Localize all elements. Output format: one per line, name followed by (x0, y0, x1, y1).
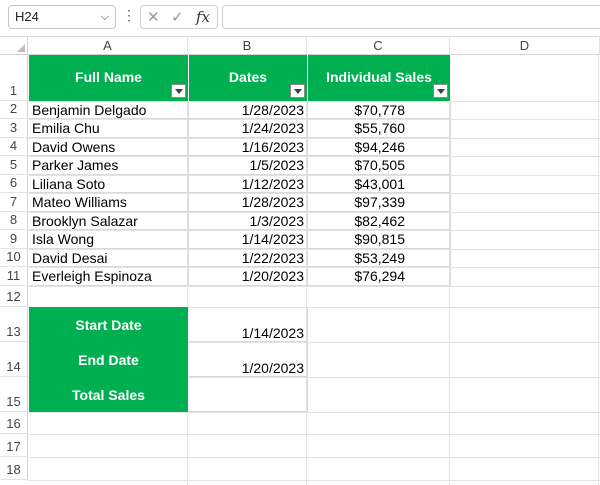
row-header-9[interactable]: 9 (0, 230, 28, 249)
cell-date[interactable]: 1/24/2023 (189, 119, 308, 138)
table-header-dates[interactable]: Dates (189, 55, 308, 101)
end-date-label: End Date (78, 352, 139, 368)
start-date-label: Start Date (75, 317, 142, 333)
column-header-a[interactable]: A (28, 37, 188, 55)
row-header-10[interactable]: 10 (0, 249, 28, 267)
table-header-individual-sales[interactable]: Individual Sales (308, 55, 451, 101)
row-header-1[interactable]: 1 (0, 55, 28, 101)
row-header-3[interactable]: 3 (0, 119, 28, 138)
cell-name[interactable]: David Desai (29, 249, 189, 267)
formula-bar: H24 ⌵ ⋮ ✕ ✓ fx (0, 0, 600, 37)
formula-buttons: ✕ ✓ fx (140, 5, 218, 29)
cell-sales[interactable]: $82,462 (308, 212, 451, 230)
cell-date[interactable]: 1/16/2023 (189, 138, 308, 156)
cell-sales[interactable]: $90,815 (308, 230, 451, 249)
select-all-corner[interactable] (0, 37, 28, 55)
cell-sales[interactable]: $94,246 (308, 138, 451, 156)
column-header-d[interactable]: D (450, 37, 600, 55)
cell-name[interactable]: Isla Wong (29, 230, 189, 249)
check-icon[interactable]: ✓ (171, 8, 184, 26)
cell-name[interactable]: Emilia Chu (29, 119, 189, 138)
cell-date[interactable]: 1/14/2023 (189, 230, 308, 249)
row-header-2[interactable]: 2 (0, 101, 28, 119)
end-date-label-cell[interactable]: End Date (29, 342, 188, 377)
cell-sales[interactable]: $70,778 (308, 101, 451, 119)
cell-name[interactable]: Brooklyn Salazar (29, 212, 189, 230)
row-header-13[interactable]: 13 (0, 307, 28, 342)
row-header-12[interactable]: 12 (0, 286, 28, 307)
cell-name[interactable]: Mateo Williams (29, 193, 189, 212)
filter-dropdown-icon[interactable] (290, 84, 305, 98)
row-header-15[interactable]: 15 (0, 377, 28, 412)
cell-name[interactable]: Everleigh Espinoza (29, 267, 189, 286)
cell-date[interactable]: 1/28/2023 (189, 193, 308, 212)
cell-sales[interactable]: $76,294 (308, 267, 451, 286)
row-header-8[interactable]: 8 (0, 212, 28, 230)
cell-date[interactable]: 1/20/2023 (189, 267, 308, 286)
cell-date[interactable]: 1/28/2023 (189, 101, 308, 119)
table-header-full-name[interactable]: Full Name (29, 55, 189, 101)
name-box[interactable]: H24 ⌵ (8, 5, 116, 29)
cell-date[interactable]: 1/12/2023 (189, 175, 308, 193)
function-icon[interactable]: fx (196, 8, 210, 26)
cell-name[interactable]: Liliana Soto (29, 175, 189, 193)
row-header-17[interactable]: 17 (0, 434, 28, 457)
total-sales-label-cell[interactable]: Total Sales (29, 377, 188, 412)
total-sales-value[interactable] (189, 377, 308, 412)
start-date-value[interactable]: 1/14/2023 (189, 307, 308, 342)
name-box-value: H24 (15, 9, 39, 24)
more-options-icon[interactable]: ⋮ (122, 7, 136, 24)
end-date-value[interactable]: 1/20/2023 (189, 342, 308, 377)
start-date-label-cell[interactable]: Start Date (29, 307, 188, 342)
x-icon[interactable]: ✕ (147, 8, 160, 26)
cell-sales[interactable]: $97,339 (308, 193, 451, 212)
cell-sales[interactable]: $53,249 (308, 249, 451, 267)
row-header-6[interactable]: 6 (0, 175, 28, 193)
cell-sales[interactable]: $55,760 (308, 119, 451, 138)
filter-dropdown-icon[interactable] (433, 84, 448, 98)
row-header-4[interactable]: 4 (0, 138, 28, 156)
row-header-14[interactable]: 14 (0, 342, 28, 377)
formula-input[interactable] (222, 5, 600, 29)
column-header-b[interactable]: B (188, 37, 307, 55)
row-header-5[interactable]: 5 (0, 156, 28, 175)
row-header-7[interactable]: 7 (0, 193, 28, 212)
cell-sales[interactable]: $43,001 (308, 175, 451, 193)
row-header-16[interactable]: 16 (0, 412, 28, 434)
cell-name[interactable]: Parker James (29, 156, 189, 175)
filter-dropdown-icon[interactable] (171, 84, 186, 98)
total-sales-label: Total Sales (72, 387, 145, 403)
cell-sales[interactable]: $70,505 (308, 156, 451, 175)
cell-date[interactable]: 1/3/2023 (189, 212, 308, 230)
row-header-18[interactable]: 18 (0, 457, 28, 480)
chevron-down-icon[interactable]: ⌵ (101, 6, 109, 28)
cell-date[interactable]: 1/5/2023 (189, 156, 308, 175)
cell-name[interactable]: David Owens (29, 138, 189, 156)
cell-name[interactable]: Benjamin Delgado (29, 101, 189, 119)
column-header-c[interactable]: C (307, 37, 450, 55)
cell-date[interactable]: 1/22/2023 (189, 249, 308, 267)
row-header-11[interactable]: 11 (0, 267, 28, 286)
